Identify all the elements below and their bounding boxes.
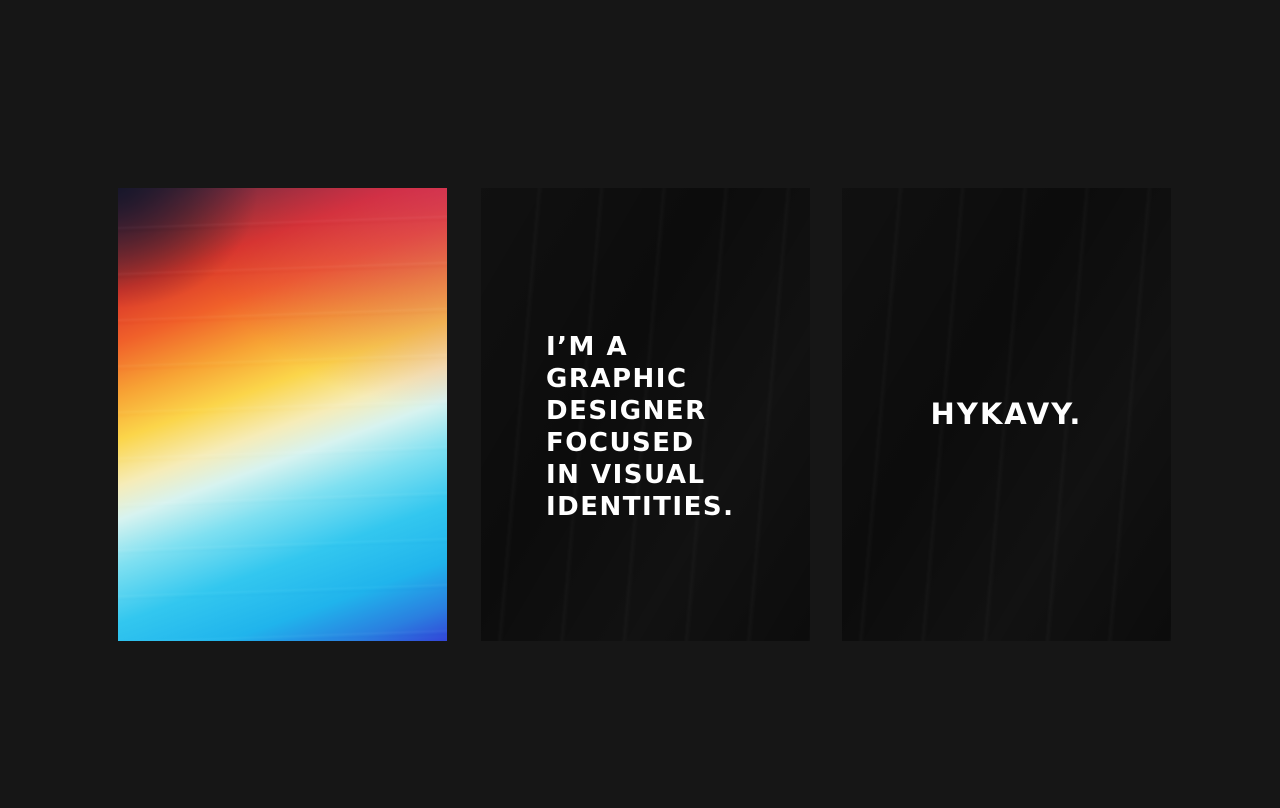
statement-line: IN VISUAL: [546, 460, 706, 490]
paper-texture: [118, 188, 447, 641]
statement-line: IDENTITIES.: [546, 492, 735, 522]
statement-line: FOCUSED: [546, 428, 695, 458]
gradient-poster: [118, 188, 447, 641]
statement-text: I’M A GRAPHIC DESIGNER FOCUSED IN VISUAL…: [546, 331, 734, 523]
statement-line: DESIGNER: [546, 396, 707, 426]
logo-poster: HYKAVY.: [842, 188, 1171, 641]
statement-line: GRAPHIC: [546, 364, 688, 394]
statement-poster: I’M A GRAPHIC DESIGNER FOCUSED IN VISUAL…: [481, 188, 810, 641]
statement-line: I’M A: [546, 332, 629, 362]
logo-wordmark: HYKAVY.: [930, 397, 1083, 431]
